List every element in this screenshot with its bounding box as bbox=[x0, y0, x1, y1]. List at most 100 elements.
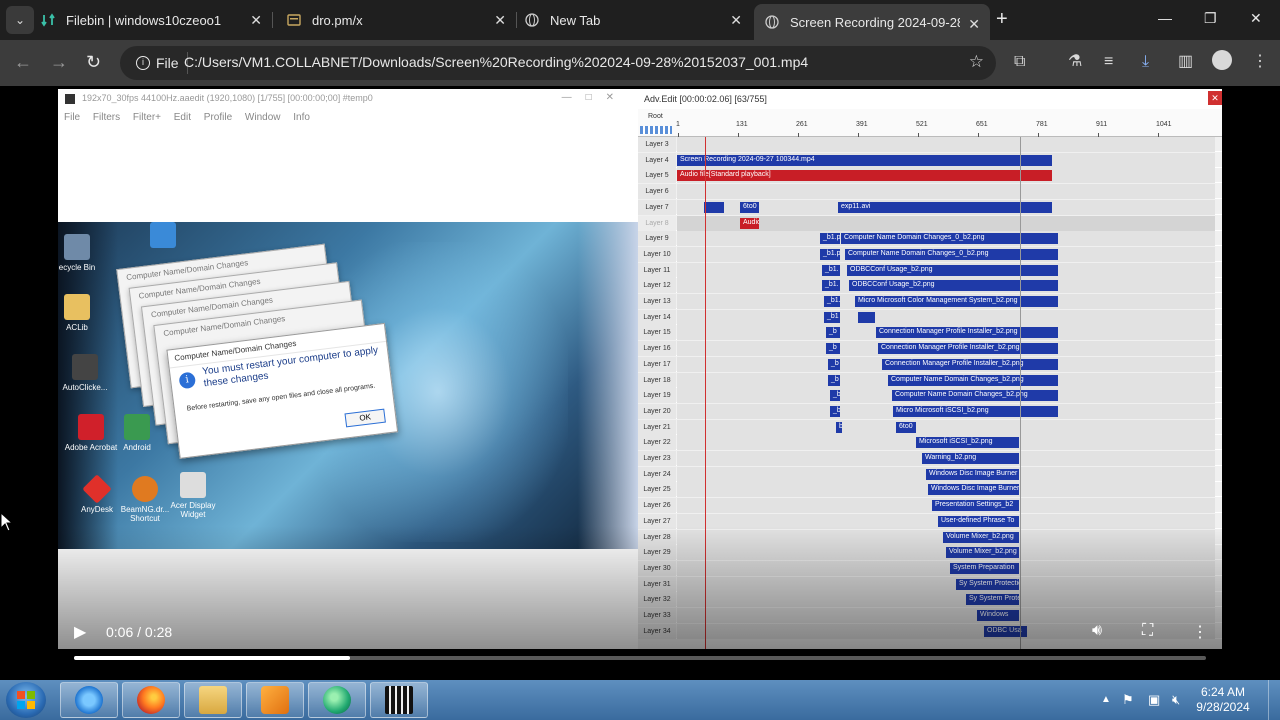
layer-row[interactable]: Layer 24 Windows Disc Image Burner bbox=[638, 466, 1222, 482]
video-clip[interactable]: Warning_b2.png bbox=[922, 453, 1019, 464]
layer-row[interactable]: Layer 26 Presentation Settings_b2 bbox=[638, 498, 1222, 514]
extensions-icon[interactable]: ⧉ bbox=[1014, 52, 1025, 72]
layer-track[interactable]: _b1.p Computer Name Domain Changes_0_b2.p… bbox=[677, 246, 1215, 262]
show-desktop-button[interactable] bbox=[1268, 680, 1280, 720]
taskbar-media-player[interactable] bbox=[246, 682, 304, 718]
layer-track[interactable] bbox=[677, 137, 1215, 152]
layer-track[interactable]: Windows Disc Image Burner bbox=[677, 466, 1215, 482]
layer-row[interactable]: Layer 6 bbox=[638, 184, 1222, 200]
forward-arrow-icon[interactable]: → bbox=[50, 52, 68, 72]
tab-dro[interactable]: dro.pm/x ✕ bbox=[286, 0, 516, 40]
layer-track[interactable]: _b Micro Microsoft iSCSI_b2.png bbox=[677, 403, 1215, 419]
video-clip[interactable]: _b1.p bbox=[820, 233, 840, 245]
system-clock[interactable]: 6:24 AM 9/28/2024 bbox=[1190, 685, 1256, 715]
close-icon[interactable]: ✕ bbox=[250, 12, 262, 29]
taskbar-video-editor[interactable] bbox=[370, 682, 428, 718]
video-clip[interactable]: _b bbox=[826, 343, 840, 355]
layer-track[interactable]: 6to0 exp11.avi bbox=[677, 199, 1215, 215]
layer-track[interactable]: Presentation Settings_b2 bbox=[677, 498, 1215, 514]
volume-icon[interactable]: 🔊︎ bbox=[1092, 622, 1102, 640]
layer-row[interactable]: Layer 14 _b1 bbox=[638, 309, 1222, 325]
layer-track[interactable] bbox=[677, 184, 1215, 200]
video-clip[interactable]: _b1. bbox=[824, 296, 840, 307]
flag-notification-icon[interactable]: ⚑ bbox=[1122, 692, 1134, 708]
network-icon[interactable]: ▣ bbox=[1148, 692, 1160, 708]
video-clip[interactable]: Computer Name Domain Changes_0_b2.png bbox=[845, 248, 1058, 260]
layer-track[interactable]: _b1.p Computer Name Domain Changes_0_b2.p… bbox=[677, 231, 1215, 247]
layer-row[interactable]: Layer 13 _b1. Micro Microsoft Color Manage… bbox=[638, 294, 1222, 309]
layer-row[interactable]: Layer 23 Warning_b2.png bbox=[638, 451, 1222, 466]
video-clip[interactable]: Computer Name Domain Changes_b2.png bbox=[892, 390, 1058, 402]
tab-filebin[interactable]: Filebin | windows10czeoo1 ✕ bbox=[40, 0, 272, 40]
video-clip[interactable]: Windows Disc Image Burner bbox=[926, 468, 1019, 480]
video-clip[interactable]: Computer Name Domain Changes_b2.png bbox=[888, 374, 1058, 386]
layer-row[interactable]: Layer 7 6to0 exp11.avi bbox=[638, 199, 1222, 215]
video-player[interactable]: 192x70_30fps 44100Hz.aaedit (1920,1080) … bbox=[0, 86, 1280, 680]
layer-track[interactable]: Windows Disc Image Burner bbox=[677, 482, 1215, 498]
video-clip[interactable]: b bbox=[836, 421, 842, 433]
close-icon[interactable]: ✕ bbox=[730, 12, 742, 29]
audio-clip[interactable]: Audio bbox=[740, 217, 759, 229]
layer-row[interactable]: Layer 18 _b Computer Name Domain Changes_b… bbox=[638, 372, 1222, 388]
seek-bar[interactable] bbox=[74, 656, 1206, 660]
layer-row[interactable]: Layer 10 _b1.p Computer Name Domain Change… bbox=[638, 246, 1222, 262]
layer-row[interactable]: Layer 22 Microsoft iSCSI_b2.png bbox=[638, 435, 1222, 451]
video-clip[interactable]: Micro Microsoft iSCSI_b2.png bbox=[893, 405, 1058, 417]
video-clip[interactable]: _b1. bbox=[822, 280, 840, 292]
video-clip[interactable]: _b bbox=[828, 358, 840, 370]
tab-screen-recording[interactable]: Screen Recording 2024-09-28 ✕ bbox=[754, 4, 990, 40]
site-info-chip[interactable]: i File bbox=[128, 52, 188, 74]
layer-row[interactable]: Layer 4 Screen Recording 2024-09-27 10034… bbox=[638, 152, 1222, 168]
video-clip[interactable]: Connection Manager Profile Installer_b2.… bbox=[882, 358, 1058, 370]
layer-row[interactable]: Layer 21 b 6to0 bbox=[638, 419, 1222, 435]
layer-track[interactable]: _b1. ODBCConf Usage_b2.png bbox=[677, 278, 1215, 294]
video-clip[interactable]: Presentation Settings_b2 bbox=[932, 500, 1019, 512]
layer-row[interactable]: Layer 19 _b Computer Name Domain Changes_b… bbox=[638, 388, 1222, 404]
video-clip[interactable]: Windows Disc Image Burner bbox=[928, 484, 1019, 496]
download-icon[interactable]: ⤓ bbox=[1142, 52, 1149, 72]
tab-search-button[interactable]: ⌄ bbox=[6, 6, 34, 34]
more-menu-icon[interactable]: ⋮ bbox=[1252, 52, 1268, 72]
reload-icon[interactable]: ↻ bbox=[86, 52, 101, 72]
layer-track[interactable]: Screen Recording 2024-09-27 100344.mp4 bbox=[677, 152, 1215, 168]
video-clip[interactable]: _b bbox=[830, 390, 840, 402]
layer-track[interactable]: _b1. Micro Microsoft Color Management Sys… bbox=[677, 294, 1215, 309]
layer-row[interactable]: Layer 12 _b1. ODBCConf Usage_b2.png bbox=[638, 278, 1222, 294]
layer-row[interactable]: Layer 20 _b Micro Microsoft iSCSI_b2.png bbox=[638, 403, 1222, 419]
video-clip[interactable]: _b1 bbox=[824, 311, 840, 323]
more-options-icon[interactable]: ⋮ bbox=[1192, 622, 1208, 642]
layer-track[interactable]: _b Computer Name Domain Changes_b2.png bbox=[677, 388, 1215, 404]
restore-icon[interactable]: ❐ bbox=[1204, 10, 1217, 27]
taskbar-internet-explorer[interactable] bbox=[60, 682, 118, 718]
video-clip[interactable]: Computer Name Domain Changes_0_b2.png bbox=[841, 233, 1058, 245]
close-icon[interactable]: ✕ bbox=[494, 12, 506, 29]
layer-track[interactable]: _b Computer Name Domain Changes_b2.png bbox=[677, 372, 1215, 388]
bookmark-star-icon[interactable]: ☆ bbox=[969, 52, 984, 72]
layer-row[interactable]: Layer 8 Audio bbox=[638, 215, 1222, 231]
layer-track[interactable]: _b Connection Manager Profile Installer_b… bbox=[677, 356, 1215, 372]
profile-avatar-icon[interactable] bbox=[1212, 50, 1232, 70]
new-tab-button[interactable]: + bbox=[996, 8, 1008, 30]
video-clip[interactable]: ODBCConf Usage_b2.png bbox=[847, 264, 1058, 276]
video-clip[interactable]: 6to0 bbox=[740, 201, 759, 213]
media-controls-icon[interactable]: ≡ bbox=[1104, 52, 1113, 72]
side-panel-icon[interactable]: ▥ bbox=[1178, 52, 1193, 72]
layer-row[interactable]: Layer 25 Windows Disc Image Burner bbox=[638, 482, 1222, 498]
labs-flask-icon[interactable]: ⚗ bbox=[1068, 52, 1082, 72]
video-clip[interactable] bbox=[704, 201, 724, 213]
video-clip[interactable]: _b bbox=[828, 374, 840, 386]
layer-track[interactable]: Warning_b2.png bbox=[677, 451, 1215, 466]
taskbar-firefox[interactable] bbox=[122, 682, 180, 718]
video-clip[interactable]: _b1.p bbox=[820, 248, 840, 260]
video-clip[interactable] bbox=[858, 311, 875, 323]
taskbar-browser[interactable] bbox=[308, 682, 366, 718]
layer-track[interactable]: b 6to0 bbox=[677, 419, 1215, 435]
layer-track[interactable]: Audio bbox=[677, 215, 1215, 231]
layer-row[interactable]: Layer 17 _b Connection Manager Profile Ins… bbox=[638, 356, 1222, 372]
back-arrow-icon[interactable]: ← bbox=[14, 52, 32, 72]
video-clip[interactable]: Connection Manager Profile Installer_b2.… bbox=[878, 343, 1058, 355]
video-clip[interactable]: _b bbox=[830, 405, 840, 417]
close-icon[interactable]: ✕ bbox=[968, 16, 980, 33]
layer-row[interactable]: Layer 15 _b Connection Manager Profile Ins… bbox=[638, 325, 1222, 341]
video-clip[interactable]: ODBCConf Usage_b2.png bbox=[849, 280, 1058, 292]
